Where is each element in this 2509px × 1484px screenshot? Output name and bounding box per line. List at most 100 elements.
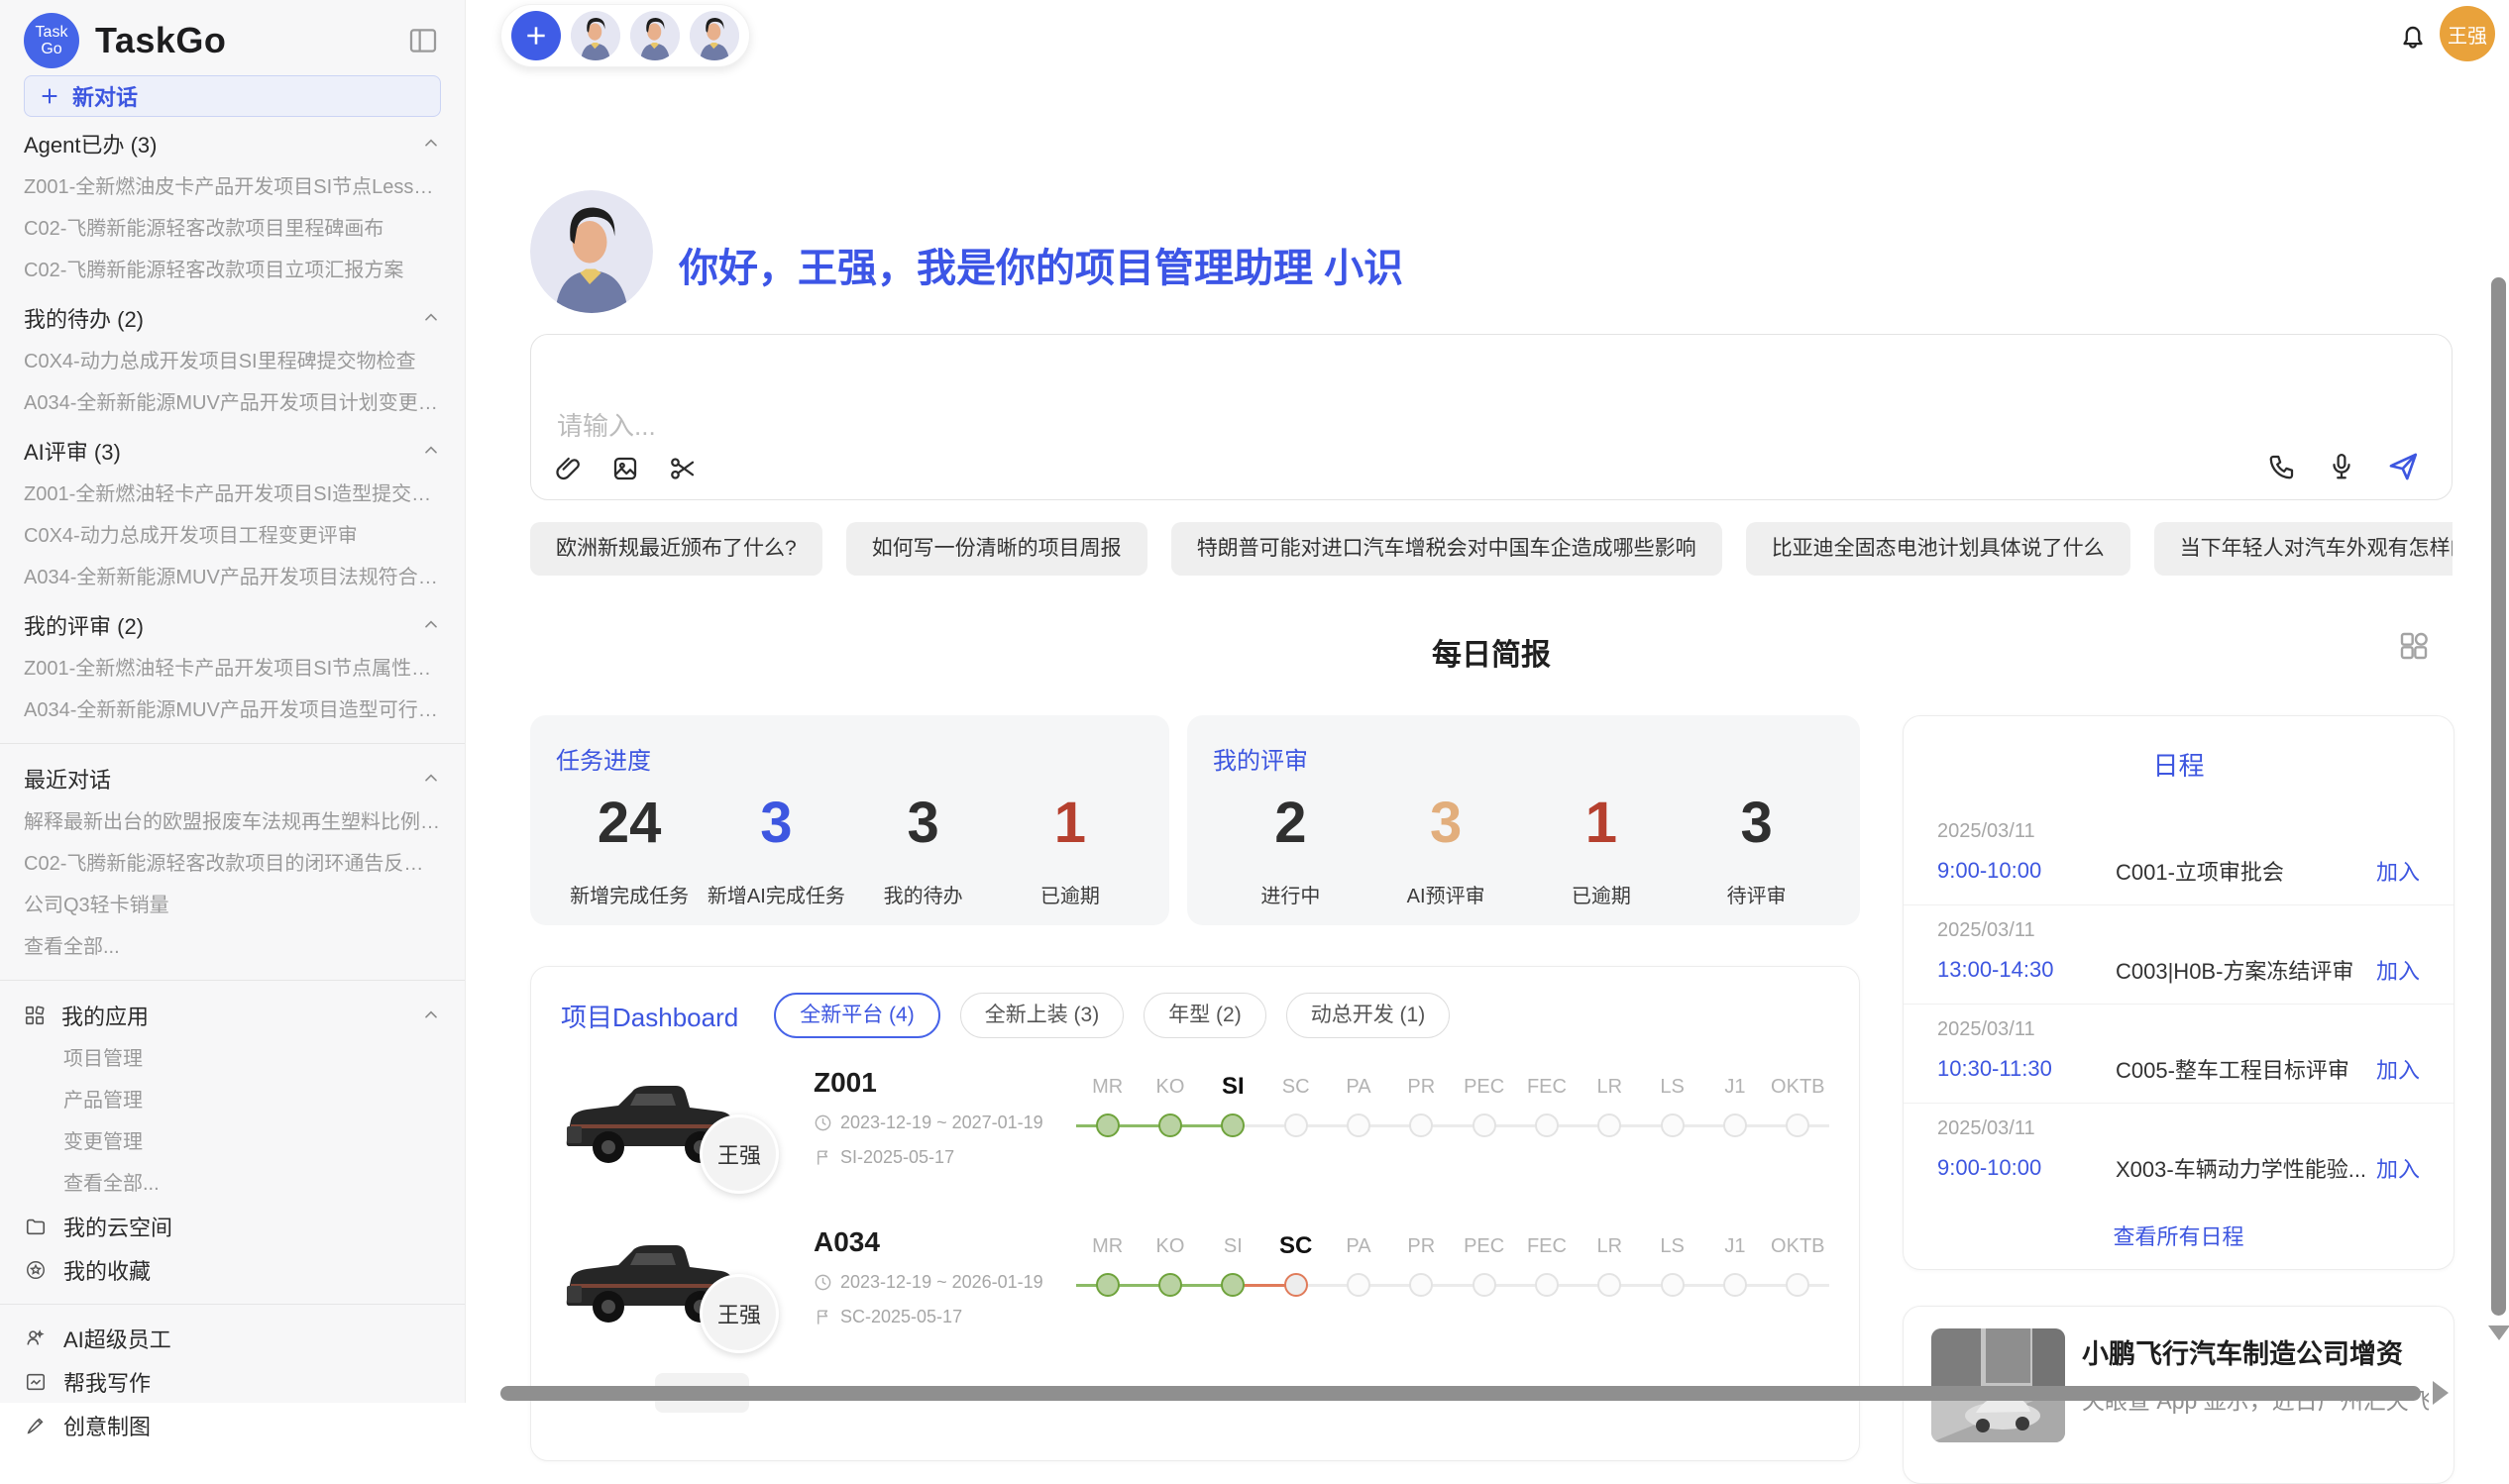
event-date: 2025/03/11 <box>1937 1117 2420 1140</box>
stat-label: 新增AI完成任务 <box>703 880 849 908</box>
sidebar-item-favorites[interactable]: 我的收藏 <box>24 1248 441 1292</box>
project-info: Z0012023-12-19 ~ 2027-01-19SI-2025-05-17 <box>814 1067 1081 1168</box>
milestone-node <box>1409 1113 1433 1137</box>
suggestion-chip[interactable]: 如何写一份清晰的项目周报 <box>846 522 1147 576</box>
sidebar-section-header[interactable]: AI评审 (3) <box>24 428 441 474</box>
milestone-cell <box>1390 1272 1453 1298</box>
sidebar-task-item[interactable]: A034-全新新能源MUV产品开发项目法规符合性评审 <box>24 557 441 598</box>
sidebar: Task Go TaskGo 新对话 Agent已办 (3)Z001-全新燃油皮… <box>0 0 466 1403</box>
app-item[interactable]: 项目管理 <box>24 1038 441 1080</box>
dashboard-tab[interactable]: 全新平台 (4) <box>774 993 940 1038</box>
microphone-icon[interactable] <box>2327 452 2356 481</box>
join-link[interactable]: 加入 <box>2376 1053 2420 1085</box>
layout-grid-icon[interactable] <box>2398 630 2430 662</box>
sidebar-section-my-apps[interactable]: 我的应用 <box>24 993 441 1038</box>
scroll-right-arrow[interactable] <box>2433 1381 2449 1405</box>
paperclip-icon[interactable] <box>553 454 583 483</box>
join-link[interactable]: 加入 <box>2376 1152 2420 1184</box>
milestone-node <box>1535 1113 1559 1137</box>
scissors-icon[interactable] <box>668 454 698 483</box>
suggestion-chip[interactable]: 欧洲新规最近颁布了什么? <box>530 522 822 576</box>
new-chat-button[interactable]: 新对话 <box>24 75 441 117</box>
greeting-title: 你好，王强，我是你的项目管理助理 小识 <box>679 236 1403 293</box>
milestone-label: PR <box>1390 1228 1453 1264</box>
recent-view-all[interactable]: 查看全部... <box>24 926 441 968</box>
sidebar-section-header[interactable]: 我的评审 (2) <box>24 602 441 648</box>
sidebar-collapse-icon[interactable] <box>407 25 439 56</box>
plus-icon <box>39 85 60 107</box>
suggestion-chip[interactable]: 当下年轻人对汽车外观有怎样的喜好趋势 <box>2154 522 2453 576</box>
daily-briefing-title: 每日简报 <box>530 630 2453 674</box>
apps-view-all[interactable]: 查看全部... <box>24 1163 441 1205</box>
sidebar-task-item[interactable]: Z001-全新燃油轻卡产品开发项目SI造型提交物评审 <box>24 474 441 515</box>
notification-bell-icon[interactable] <box>2396 20 2430 53</box>
app-item[interactable]: 产品管理 <box>24 1080 441 1121</box>
vertical-scrollbar[interactable] <box>2491 277 2506 1316</box>
event-time: 10:30-11:30 <box>1937 1056 2116 1082</box>
app-title: TaskGo <box>95 20 226 61</box>
event-date: 2025/03/11 <box>1937 919 2420 942</box>
milestone-cell <box>1076 1272 1139 1298</box>
app-logo: Task Go <box>24 13 79 68</box>
recent-conversation-item[interactable]: 解释最新出台的欧盟报废车法规再生塑料比例被调至15%... <box>24 801 441 843</box>
event-row: 13:00-14:30C003|H0B-方案冻结评审加入 <box>1937 954 2420 986</box>
dashboard-tab[interactable]: 动总开发 (1) <box>1286 993 1451 1038</box>
app-item[interactable]: 变更管理 <box>24 1121 441 1163</box>
logo-line1: Task <box>36 24 68 41</box>
stat-value: 1 <box>1524 790 1680 856</box>
sidebar-task-item[interactable]: C02-飞腾新能源轻客改款项目立项汇报方案 <box>24 250 441 291</box>
milestone-label: MR <box>1076 1228 1139 1264</box>
recent-conversation-item[interactable]: C02-飞腾新能源轻客改款项目的闭环通告反馈情况 <box>24 843 441 885</box>
suggestion-chip[interactable]: 特朗普可能对进口汽车增税会对中国车企造成哪些影响 <box>1171 522 1722 576</box>
sidebar-task-item[interactable]: Z001-全新燃油皮卡产品开发项目SI节点Lesson Learn报告 <box>24 166 441 208</box>
sidebar-task-item[interactable]: A034-全新新能源MUV产品开发项目造型可行性评审 <box>24 689 441 731</box>
suggestion-chip[interactable]: 比亚迪全固态电池计划具体说了什么 <box>1746 522 2130 576</box>
phone-icon[interactable] <box>2267 452 2297 481</box>
new-session-button[interactable] <box>511 11 561 60</box>
milestone-node <box>1158 1273 1182 1297</box>
join-link[interactable]: 加入 <box>2376 954 2420 986</box>
dashboard-tab[interactable]: 全新上装 (3) <box>960 993 1125 1038</box>
creative-draw-label: 创意制图 <box>63 1410 151 1441</box>
user-avatar-badge[interactable]: 王强 <box>2440 6 2495 61</box>
avatar[interactable] <box>690 11 739 60</box>
chevron-up-icon <box>421 441 441 461</box>
join-link[interactable]: 加入 <box>2376 855 2420 887</box>
dashboard-tab[interactable]: 年型 (2) <box>1144 993 1266 1038</box>
sidebar-section-header[interactable]: Agent已办 (3) <box>24 121 441 166</box>
sidebar-task-item[interactable]: Z001-全新燃油轻卡产品开发项目SI节点属性5D文件评审 <box>24 648 441 689</box>
avatar[interactable] <box>571 11 620 60</box>
sidebar-item-creative-draw[interactable]: 创意制图 <box>24 1404 441 1447</box>
sidebar-task-item[interactable]: C02-飞腾新能源轻客改款项目里程碑画布 <box>24 208 441 250</box>
my-review-title: 我的评审 <box>1213 741 1834 776</box>
avatar[interactable] <box>630 11 680 60</box>
sidebar-item-help-write[interactable]: 帮我写作 <box>24 1360 441 1404</box>
milestone-cell <box>1202 1113 1264 1138</box>
chat-composer[interactable]: 请输入... <box>530 334 2453 500</box>
milestone-node <box>1597 1273 1621 1297</box>
my-apps-label: 我的应用 <box>61 1000 421 1031</box>
event-date: 2025/03/11 <box>1937 820 2420 843</box>
send-icon[interactable] <box>2386 450 2420 483</box>
sidebar-task-item[interactable]: A034-全新新能源MUV产品开发项目计划变更表编写 <box>24 382 441 424</box>
sidebar-task-item[interactable]: C0X4-动力总成开发项目SI里程碑提交物检查 <box>24 341 441 382</box>
logo-line2: Go <box>41 41 61 57</box>
scroll-down-arrow[interactable] <box>2488 1325 2509 1340</box>
sidebar-item-cloud-space[interactable]: 我的云空间 <box>24 1205 441 1248</box>
milestone-label: SI <box>1202 1228 1264 1264</box>
milestone-label: PA <box>1327 1069 1389 1105</box>
sidebar-section-recent[interactable]: 最近对话 <box>24 756 441 801</box>
horizontal-scrollbar[interactable] <box>500 1386 2421 1401</box>
image-icon[interactable] <box>610 454 640 483</box>
chevron-up-icon <box>421 134 441 154</box>
writing-icon <box>24 1371 48 1393</box>
sidebar-item-ai-super-staff[interactable]: AI超级员工 <box>24 1317 441 1360</box>
stat-item: 2进行中 <box>1213 790 1368 908</box>
view-all-schedule-link[interactable]: 查看所有日程 <box>1904 1219 2454 1251</box>
project-code: A034 <box>814 1226 1081 1258</box>
sidebar-section-header[interactable]: 我的待办 (2) <box>24 295 441 341</box>
sidebar-task-item[interactable]: C0X4-动力总成开发项目工程变更评审 <box>24 515 441 557</box>
suggestion-chips: 欧洲新规最近颁布了什么? 如何写一份清晰的项目周报特朗普可能对进口汽车增税会对中国… <box>530 522 2453 576</box>
recent-conversation-item[interactable]: 公司Q3轻卡销量 <box>24 885 441 926</box>
people-sparkle-icon <box>24 1327 48 1349</box>
